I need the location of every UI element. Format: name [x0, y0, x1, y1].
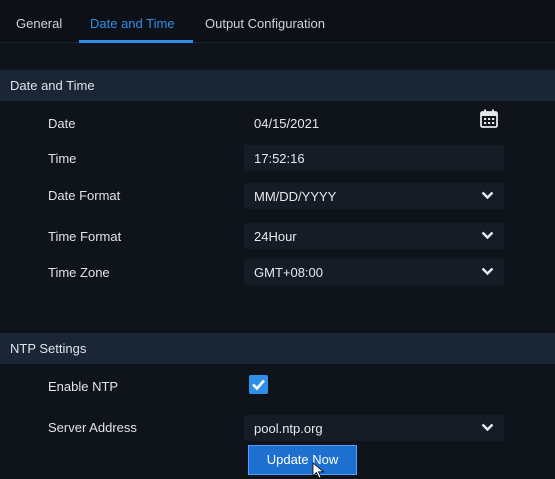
date-format-label: Date Format: [48, 188, 121, 203]
section-title-date-and-time: Date and Time: [10, 78, 95, 93]
time-zone-select[interactable]: GMT+08:00: [244, 259, 504, 285]
chevron-down-icon: [481, 423, 494, 432]
checkmark-icon: [252, 379, 265, 391]
time-format-label: Time Format: [48, 229, 122, 244]
mouse-cursor-icon: [312, 462, 325, 479]
server-address-select[interactable]: pool.ntp.org: [244, 415, 504, 441]
update-now-button[interactable]: Update Now: [248, 445, 357, 475]
date-value: 04/15/2021: [254, 116, 320, 131]
enable-ntp-label: Enable NTP: [48, 379, 119, 394]
tab-bar: General Date and Time Output Configurati…: [0, 0, 555, 43]
date-format-value: MM/DD/YYYY: [254, 189, 337, 204]
time-value: 17:52:16: [254, 151, 305, 166]
date-field[interactable]: 04/15/2021: [244, 110, 470, 136]
tab-output-configuration[interactable]: Output Configuration: [205, 16, 325, 31]
server-address-value: pool.ntp.org: [254, 421, 323, 436]
chevron-down-icon: [481, 231, 494, 240]
time-zone-value: GMT+08:00: [254, 265, 324, 280]
time-format-select[interactable]: 24Hour: [244, 223, 504, 249]
tab-date-and-time[interactable]: Date and Time: [90, 16, 175, 31]
time-zone-label: Time Zone: [48, 265, 110, 280]
tab-general[interactable]: General: [16, 16, 62, 31]
time-field[interactable]: 17:52:16: [244, 145, 504, 171]
chevron-down-icon: [481, 191, 494, 200]
section-title-ntp-settings: NTP Settings: [10, 341, 87, 356]
time-label: Time: [48, 151, 77, 166]
time-format-value: 24Hour: [254, 229, 297, 244]
chevron-down-icon: [481, 267, 494, 276]
section-header-ntp-settings: NTP Settings: [0, 333, 555, 364]
section-header-date-and-time: Date and Time: [0, 70, 555, 101]
calendar-icon[interactable]: [480, 109, 498, 128]
active-tab-indicator: [79, 40, 193, 43]
date-format-select[interactable]: MM/DD/YYYY: [244, 183, 504, 209]
enable-ntp-checkbox[interactable]: [249, 375, 268, 394]
server-address-label: Server Address: [48, 420, 137, 435]
date-label: Date: [48, 116, 76, 131]
